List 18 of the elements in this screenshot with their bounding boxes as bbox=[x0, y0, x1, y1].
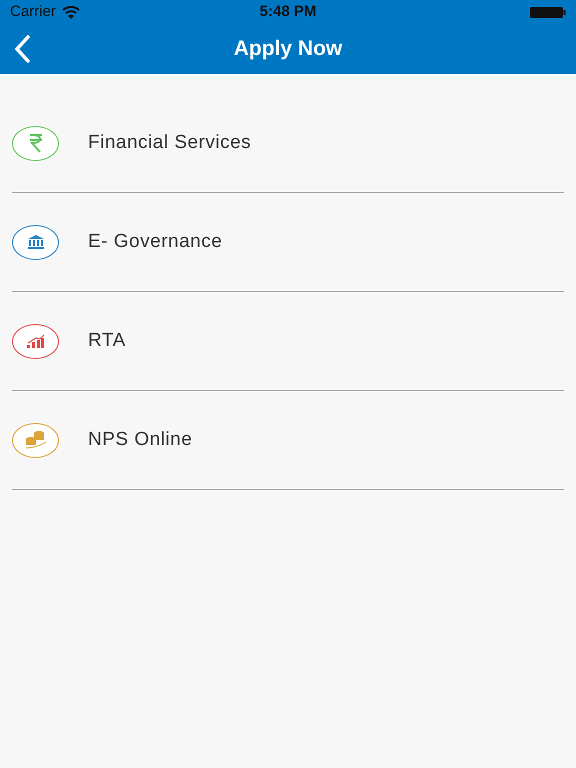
back-icon bbox=[14, 35, 30, 63]
coins-icon bbox=[24, 430, 48, 450]
carrier-label: Carrier bbox=[10, 2, 56, 22]
menu-item-label: RTA bbox=[88, 328, 126, 353]
menu-item-label: Financial Services bbox=[88, 130, 252, 155]
bar-chart-icon bbox=[26, 334, 44, 348]
menu-item[interactable]: E- Governance bbox=[12, 193, 564, 292]
page-title: Apply Now bbox=[234, 36, 342, 62]
menu-item[interactable]: RTA bbox=[12, 292, 564, 391]
menu-item[interactable]: NPS Online bbox=[12, 391, 564, 490]
menu-item[interactable]: Financial Services bbox=[12, 94, 564, 193]
rupee-icon bbox=[28, 133, 44, 153]
bank-icon bbox=[26, 235, 44, 249]
menu-item-label: E- Governance bbox=[88, 230, 222, 254]
menu-item-label: NPS Online bbox=[88, 428, 192, 452]
status-time: 5:48 PM bbox=[258, 2, 318, 22]
wifi-icon bbox=[62, 6, 80, 18]
battery-icon bbox=[530, 6, 566, 18]
